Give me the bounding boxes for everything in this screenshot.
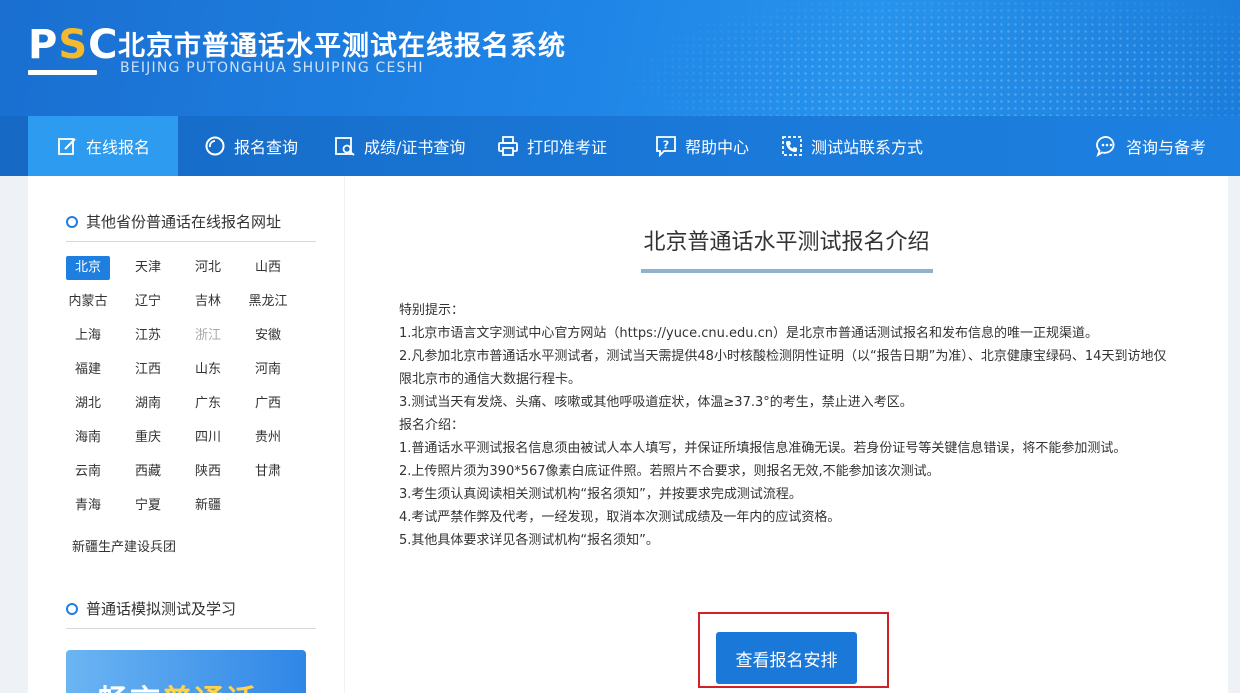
province-link[interactable]: 海南	[66, 426, 110, 450]
intro-line: 2.凡参加北京市普通话水平测试者，测试当天需提供48小时核酸检测阴性证明（以“报…	[399, 349, 1167, 387]
main-nav: 在线报名 报名查询 成绩/证书查询 打印准考证 ? 帮助中心 测试站联系方式 咨…	[0, 116, 1240, 176]
province-link[interactable]: 云南	[66, 460, 110, 484]
ring-bullet-icon	[66, 602, 78, 615]
province-link[interactable]: 辽宁	[126, 290, 170, 314]
promo-text: 畅言普通话	[98, 676, 258, 693]
intro-line: 2.上传照片须为390*567像素白底证件照。若照片不合要求，则报名无效,不能参…	[399, 464, 940, 479]
province-link[interactable]: 重庆	[126, 426, 170, 450]
intro-line: 3.测试当天有发烧、头痛、咳嗽或其他呼吸道症状，体温≥37.3°的考生，禁止进入…	[399, 395, 913, 410]
province-link[interactable]: 山东	[186, 358, 230, 382]
province-link[interactable]: 江苏	[126, 324, 170, 348]
psc-logo[interactable]: PSC	[28, 22, 118, 78]
nav-item-print-admission[interactable]: 打印准考证	[497, 116, 607, 176]
province-link[interactable]: 广西	[246, 392, 290, 416]
province-link[interactable]: 甘肃	[246, 460, 290, 484]
nav-label: 在线报名	[85, 138, 150, 157]
nav-label: 帮助中心	[685, 138, 750, 157]
province-link[interactable]: 江西	[126, 358, 170, 382]
province-link[interactable]: 湖南	[126, 392, 170, 416]
section-title-practice: 普通话模拟测试及学习	[66, 598, 236, 619]
logo-text: PSC	[28, 22, 119, 68]
province-link-xpcc[interactable]: 新疆生产建设兵团	[72, 536, 176, 555]
intro-line: 4.考试严禁作弊及代考，一经发现，取消本次测试成绩及一年内的应试资格。	[399, 510, 841, 525]
phone-icon	[781, 135, 803, 157]
view-schedule-button[interactable]: 查看报名安排	[716, 632, 857, 684]
province-link[interactable]: 安徽	[246, 324, 290, 348]
sidebar: 其他省份普通话在线报名网址 北京 天津 河北 山西内蒙古 辽宁 吉林 黑龙江上海 江苏 浙江 安徽…	[28, 176, 344, 693]
nav-item-test-station-contact[interactable]: 测试站联系方式	[781, 116, 923, 176]
help-icon: ?	[655, 135, 677, 158]
province-link[interactable]: 吉林	[186, 290, 230, 314]
site-subtitle: BEIJING PUTONGHUA SHUIPING CESHI	[120, 60, 424, 76]
province-link[interactable]: 上海	[66, 324, 110, 348]
nav-item-registration-query[interactable]: 报名查询	[204, 116, 298, 176]
nav-item-help-center[interactable]: ? 帮助中心	[655, 116, 749, 176]
intro-text: 特别提示： 1.北京市语言文字测试中心官方网站（https://yuce.cnu.…	[399, 299, 1179, 552]
nav-label: 打印准考证	[527, 138, 608, 157]
nav-label: 咨询与备考	[1126, 138, 1207, 157]
intro-line: 1.北京市语言文字测试中心官方网站（https://yuce.cnu.edu.c…	[399, 326, 1098, 341]
intro-line: 3.考生须认真阅读相关测试机构“报名须知”，并按要求完成测试流程。	[399, 487, 802, 502]
province-link[interactable]: 内蒙古	[66, 290, 110, 314]
title-underline	[641, 269, 933, 273]
province-link[interactable]: 河南	[246, 358, 290, 382]
section-title-text: 其他省份普通话在线报名网址	[86, 213, 282, 231]
printer-icon	[497, 135, 519, 157]
nav-label: 测试站联系方式	[811, 138, 924, 157]
province-link[interactable]: 四川	[186, 426, 230, 450]
province-link[interactable]: 黑龙江	[246, 290, 290, 314]
divider	[66, 628, 316, 629]
province-link[interactable]: 广东	[186, 392, 230, 416]
certificate-search-icon	[334, 135, 356, 157]
main-content: 北京普通话水平测试报名介绍 特别提示： 1.北京市语言文字测试中心官方网站（htt…	[345, 176, 1228, 693]
divider	[66, 241, 316, 242]
svg-text:?: ?	[663, 139, 669, 152]
nav-label: 报名查询	[234, 138, 299, 157]
site-header: PSC 北京市普通话水平测试在线报名系统 BEIJING PUTONGHUA S…	[0, 0, 1240, 116]
province-link[interactable]: 西藏	[126, 460, 170, 484]
ring-bullet-icon	[66, 215, 78, 228]
world-map-decoration	[620, 0, 1240, 116]
chat-icon	[1096, 135, 1118, 158]
province-link[interactable]: 浙江	[186, 324, 230, 348]
intro-line: 特别提示：	[399, 303, 465, 318]
intro-line: 1.普通话水平测试报名信息须由被试人本人填写，并保证所填报信息准确无误。若身份证…	[399, 441, 1127, 456]
intro-line: 5.其他具体要求详见各测试机构“报名须知”。	[399, 533, 659, 548]
promo-text-a: 畅言	[98, 684, 162, 693]
promo-text-b: 普通话	[162, 684, 258, 693]
nav-item-online-registration[interactable]: 在线报名	[28, 116, 178, 176]
search-circle-icon	[204, 135, 226, 157]
province-link[interactable]: 青海	[66, 494, 110, 518]
intro-line: 报名介绍：	[399, 418, 465, 433]
section-title-text: 普通话模拟测试及学习	[86, 600, 237, 618]
section-title-provinces: 其他省份普通话在线报名网址	[66, 211, 281, 232]
promo-banner[interactable]: 畅言普通话	[66, 650, 306, 693]
province-link[interactable]: 山西	[246, 256, 290, 280]
page-title: 北京普通话水平测试报名介绍	[643, 230, 930, 255]
province-link[interactable]: 贵州	[246, 426, 290, 450]
nav-item-score-certificate[interactable]: 成绩/证书查询	[334, 116, 465, 176]
nav-item-consult-prep[interactable]: 咨询与备考	[1096, 116, 1206, 176]
logo-underline	[28, 70, 97, 75]
province-link[interactable]: 宁夏	[126, 494, 170, 518]
edit-icon	[56, 135, 78, 157]
province-link[interactable]: 北京	[66, 256, 110, 280]
province-link[interactable]: 天津	[126, 256, 170, 280]
province-link[interactable]: 河北	[186, 256, 230, 280]
province-link[interactable]: 陕西	[186, 460, 230, 484]
province-link[interactable]: 湖北	[66, 392, 110, 416]
province-link[interactable]: 新疆	[186, 494, 230, 518]
site-title: 北京市普通话水平测试在线报名系统	[118, 31, 566, 62]
nav-label: 成绩/证书查询	[364, 138, 466, 157]
province-link[interactable]: 福建	[66, 358, 110, 382]
